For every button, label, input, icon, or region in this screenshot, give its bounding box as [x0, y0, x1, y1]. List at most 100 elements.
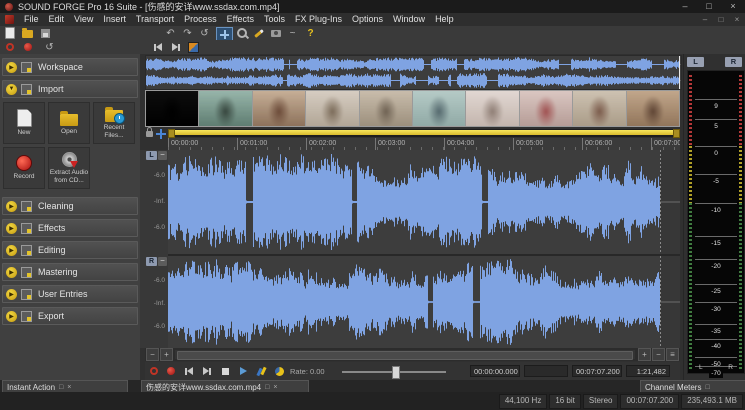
float-window-icon[interactable]: □: [705, 384, 709, 391]
whats-this-help-button[interactable]: ?: [303, 27, 318, 39]
go-to-end-button[interactable]: [168, 41, 183, 53]
pan-tool-icon[interactable]: [156, 129, 166, 139]
video-thumbnail: [360, 91, 412, 126]
record-remote-button[interactable]: [2, 41, 17, 53]
sidebar-section-editing[interactable]: ▶ Editing: [2, 241, 138, 259]
mdi-minimize-button[interactable]: –: [697, 13, 713, 26]
go-to-start-button[interactable]: [182, 365, 196, 377]
sidebar-section-export[interactable]: ▶ Export: [2, 307, 138, 325]
help-question-icon: ?: [307, 28, 313, 39]
magnify-tool-button[interactable]: [234, 27, 249, 39]
minimize-button[interactable]: –: [673, 0, 697, 13]
loop-playback-button[interactable]: [272, 365, 286, 377]
rate-slider-thumb[interactable]: [392, 366, 400, 379]
restore-window-icon[interactable]: □: [265, 384, 269, 391]
import-record-button[interactable]: Record: [3, 147, 45, 189]
redo-button[interactable]: ↷: [180, 27, 195, 39]
end-time-field[interactable]: 00:07:07.200: [572, 365, 622, 377]
go-to-end-button[interactable]: [200, 365, 214, 377]
selection-region[interactable]: [169, 130, 679, 135]
new-file-button[interactable]: [2, 27, 17, 39]
zoom-out-time-button[interactable]: −: [146, 348, 159, 361]
sidebar-section-user-entries[interactable]: ▶ User Entries: [2, 285, 138, 303]
meter-right-button[interactable]: R: [725, 57, 742, 67]
repeat-button[interactable]: ↺: [197, 27, 212, 39]
mdi-close-button[interactable]: ×: [729, 13, 745, 26]
play-button[interactable]: [236, 365, 250, 377]
meter-left-button[interactable]: L: [687, 57, 704, 67]
waveform-display[interactable]: [168, 150, 680, 348]
zoom-menu-button[interactable]: ≡: [666, 348, 679, 361]
import-new-button[interactable]: New: [3, 102, 45, 144]
sidebar-section-cleaning[interactable]: ▶ Cleaning: [2, 197, 138, 215]
right-channel-button[interactable]: R: [146, 257, 157, 266]
meter-scale-label: -10: [709, 207, 722, 215]
sidebar-section-mastering[interactable]: ▶ Mastering: [2, 263, 138, 281]
zoom-in-button[interactable]: +: [638, 348, 651, 361]
event-tool-button[interactable]: [186, 41, 201, 53]
float-window-icon[interactable]: □: [59, 384, 63, 391]
maximize-button[interactable]: □: [697, 0, 721, 13]
open-file-button[interactable]: [20, 27, 35, 39]
menu-item[interactable]: Options: [347, 13, 388, 26]
selection-start-handle[interactable]: [168, 129, 175, 138]
menu-item[interactable]: Tools: [259, 13, 290, 26]
left-channel-button[interactable]: L: [146, 151, 157, 160]
play-as-sample-button[interactable]: [254, 365, 268, 377]
scrollbar-thumb[interactable]: [177, 351, 633, 360]
mdi-restore-button[interactable]: □: [713, 13, 729, 26]
import-recent-files-button[interactable]: Recent Files...: [93, 102, 135, 144]
menu-item[interactable]: Edit: [44, 13, 70, 26]
record-remote-icon: [6, 43, 14, 51]
video-thumbnail-strip[interactable]: [145, 90, 680, 127]
video-thumbnail: [253, 91, 305, 126]
meter-scale-label: -20: [709, 263, 722, 271]
stop-button[interactable]: [218, 365, 232, 377]
go-to-start-button[interactable]: [150, 41, 165, 53]
menu-item[interactable]: Process: [179, 13, 222, 26]
menu-item[interactable]: Help: [430, 13, 459, 26]
sidebar-section-import[interactable]: ▼ Import: [2, 80, 138, 98]
menu-item[interactable]: File: [19, 13, 44, 26]
selection-end-handle[interactable]: [673, 129, 680, 138]
close-icon[interactable]: ×: [67, 384, 71, 391]
save-file-button[interactable]: [38, 27, 53, 39]
right-channel-waveform[interactable]: [168, 256, 680, 348]
zoom-out-button[interactable]: −: [652, 348, 665, 361]
save-icon: [41, 29, 50, 38]
menu-item[interactable]: Transport: [131, 13, 179, 26]
record-button[interactable]: [164, 365, 178, 377]
cursor-time-field[interactable]: 00:00:00.000: [470, 365, 520, 377]
snapshot-tool-button[interactable]: [268, 27, 283, 39]
lock-icon[interactable]: [146, 131, 153, 137]
sidebar-section-workspace[interactable]: ▶ Workspace: [2, 58, 138, 76]
left-channel-waveform[interactable]: [168, 150, 680, 254]
undo-button[interactable]: ↶: [163, 27, 178, 39]
sidebar-section-effects[interactable]: ▶ Effects: [2, 219, 138, 237]
import-extract-cd-button[interactable]: Extract Audio from CD...: [48, 147, 90, 189]
loop-selection-bar[interactable]: [168, 129, 680, 137]
record-remote-button[interactable]: [147, 365, 161, 377]
zoom-in-time-button[interactable]: +: [160, 348, 173, 361]
scrub-tool-button[interactable]: ~: [285, 27, 300, 39]
pencil-tool-button[interactable]: [251, 27, 266, 39]
selection-time-field[interactable]: [524, 365, 568, 377]
menu-item[interactable]: View: [69, 13, 98, 26]
close-icon[interactable]: ×: [273, 384, 277, 391]
loop-playback-button[interactable]: ↺: [42, 41, 57, 53]
close-button[interactable]: ×: [721, 0, 745, 13]
menu-item[interactable]: Window: [388, 13, 430, 26]
right-channel-minimize-button[interactable]: −: [158, 257, 167, 266]
edit-tool-button[interactable]: [216, 27, 233, 41]
overview-waveform[interactable]: [145, 55, 682, 90]
menu-item[interactable]: FX Plug-Ins: [290, 13, 347, 26]
menu-item[interactable]: Insert: [98, 13, 131, 26]
menu-item[interactable]: Effects: [222, 13, 259, 26]
record-button[interactable]: [20, 41, 35, 53]
document-icon: [5, 15, 14, 24]
length-field[interactable]: 1:21,482: [626, 365, 670, 377]
horizontal-scrollbar[interactable]: − + + − ≡: [145, 348, 680, 361]
scrollbar-track[interactable]: [175, 350, 635, 359]
left-channel-minimize-button[interactable]: −: [158, 151, 167, 160]
import-open-button[interactable]: Open: [48, 102, 90, 144]
